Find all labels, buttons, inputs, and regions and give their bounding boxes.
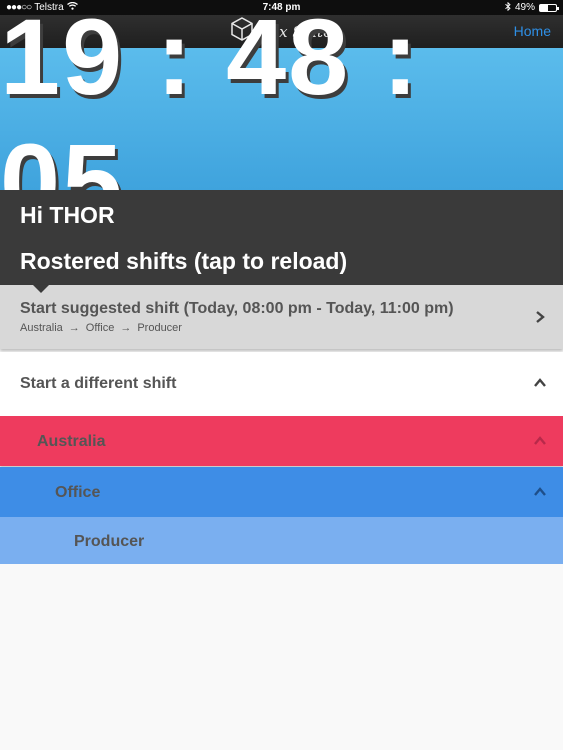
suggested-shift-path: Australia → Office → Producer bbox=[20, 322, 182, 334]
suggested-shift-title: Start suggested shift (Today, 08:00 pm -… bbox=[20, 300, 454, 317]
chevron-up-icon bbox=[534, 487, 546, 496]
location-row-office[interactable]: Office bbox=[0, 467, 563, 517]
path-role: Producer bbox=[137, 322, 182, 334]
role-label: Producer bbox=[74, 533, 145, 550]
greeting-text: Hi THOR bbox=[20, 202, 115, 228]
chevron-up-icon bbox=[534, 378, 546, 387]
rostered-shifts-reload[interactable]: Rostered shifts (tap to reload) bbox=[20, 248, 347, 275]
location-label: Office bbox=[55, 484, 101, 501]
role-row-producer[interactable]: Producer bbox=[0, 517, 563, 564]
path-country: Australia bbox=[20, 322, 63, 334]
chevron-up-icon bbox=[534, 436, 546, 445]
suggested-shift-button[interactable]: Start suggested shift (Today, 08:00 pm -… bbox=[0, 285, 563, 349]
clock-panel: 19 : 48 : 05 bbox=[0, 0, 563, 242]
country-label: Australia bbox=[37, 433, 106, 450]
greeting-section: Hi THOR Rostered shifts (tap to reload) bbox=[0, 190, 563, 285]
different-shift-label: Start a different shift bbox=[20, 375, 177, 392]
path-location: Office bbox=[85, 322, 115, 334]
chevron-right-icon bbox=[536, 311, 545, 323]
path-arrow: → bbox=[120, 322, 132, 334]
pointer-triangle bbox=[33, 285, 49, 293]
path-arrow: → bbox=[68, 322, 80, 334]
different-shift-toggle[interactable]: Start a different shift bbox=[0, 352, 563, 416]
country-row-australia[interactable]: Australia bbox=[0, 416, 563, 466]
